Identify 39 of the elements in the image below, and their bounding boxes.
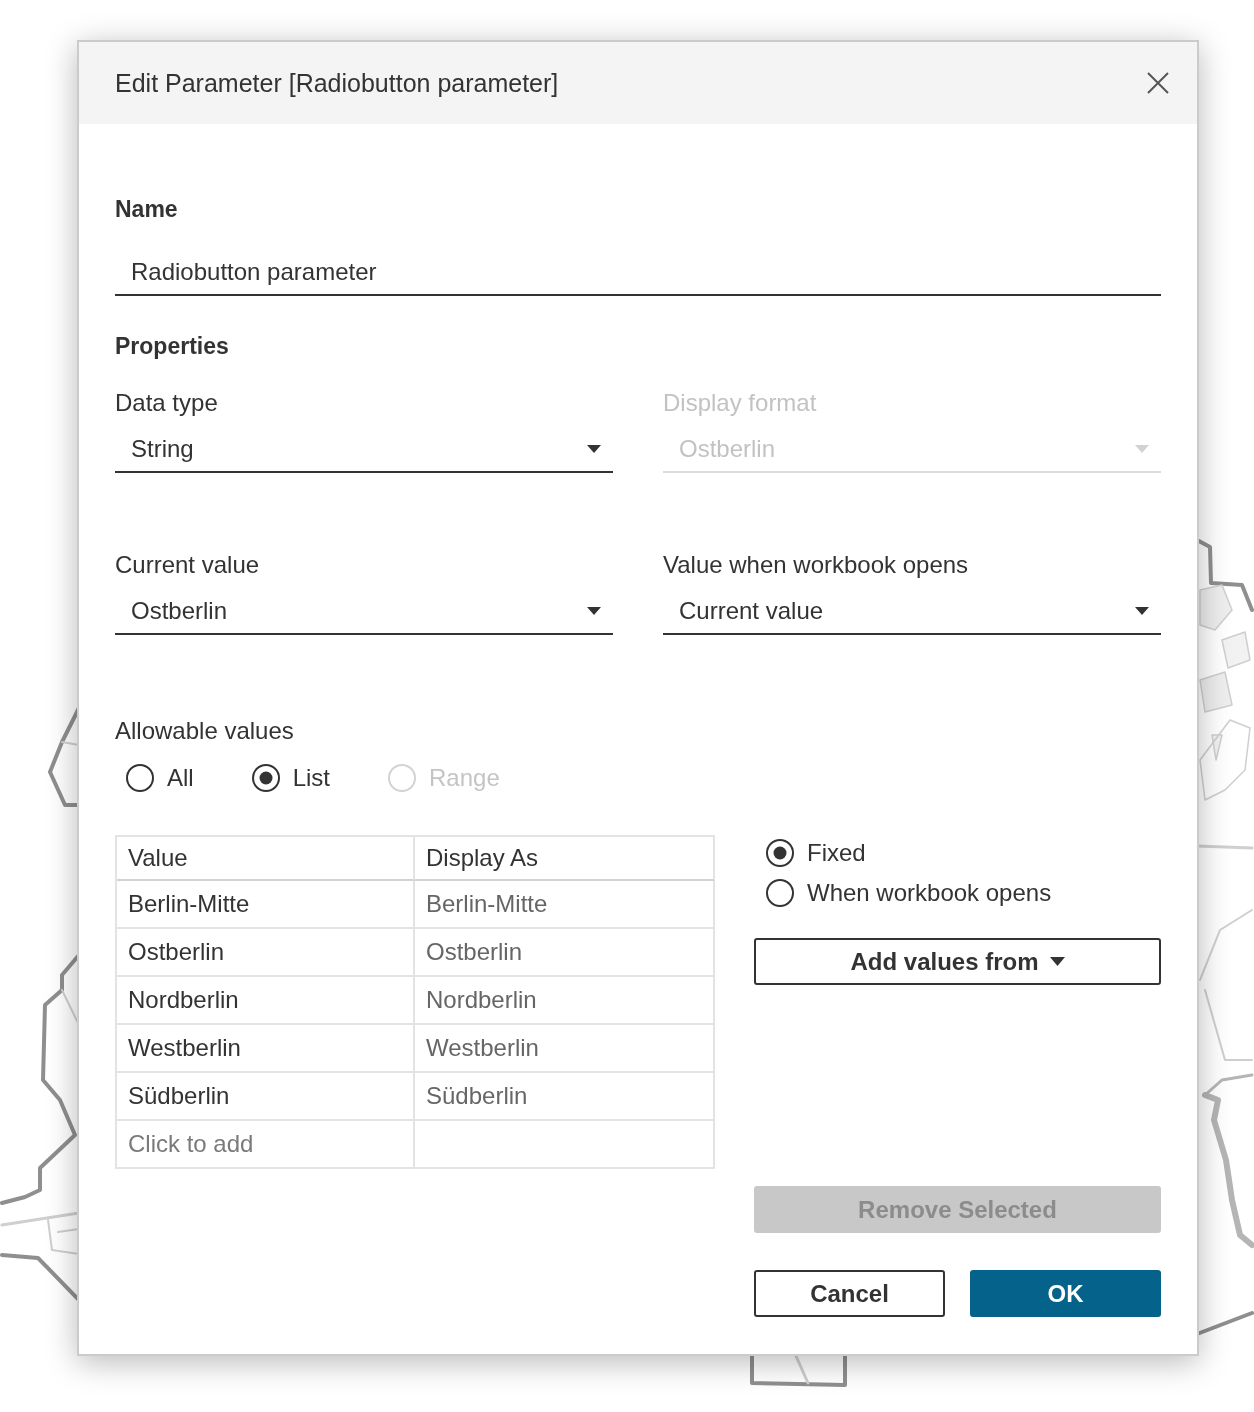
caret-icon [1135,607,1149,615]
dropdown[interactable]: String [115,427,613,473]
close-icon [1147,72,1169,94]
radio-option[interactable]: List [251,764,331,792]
radio-option[interactable]: All [126,764,194,792]
add-values-dropdown-button[interactable]: Add values from [754,938,1161,985]
table-cell: Nordberlin [117,977,415,1025]
add-value-field[interactable]: Click to add [117,1121,415,1169]
dialog-title: Edit Parameter [Radiobutton parameter] [115,68,559,98]
table-cell: Südberlin [117,1073,415,1121]
dropdown[interactable]: Current value [663,589,1161,635]
name-field[interactable]: Radiobutton parameter [115,250,1161,296]
caret-icon [1135,445,1149,453]
field-label: Current value [115,551,261,579]
close-button[interactable] [1145,70,1171,96]
table-cell: Südberlin [415,1073,715,1121]
table-cell: Ostberlin [117,929,415,977]
caret-icon [1049,957,1065,966]
section-heading: Name [115,195,179,223]
caret-icon [587,445,601,453]
table-cell: Berlin-Mitte [117,881,415,929]
radio-option[interactable]: When workbook opens [766,879,1161,907]
table-header-cell: Display As [415,837,715,881]
table-cell: Westberlin [415,1025,715,1073]
primary-button[interactable]: OK [970,1270,1161,1317]
dropdown[interactable]: Ostberlin [115,589,613,635]
table-cell: Westberlin [117,1025,415,1073]
field-label: Data type [115,389,219,417]
radio-option[interactable]: Fixed [766,839,1161,867]
field-label: Display format [663,389,818,417]
table-header-cell: Value [117,837,415,881]
field-label: Value when workbook opens [663,551,970,579]
field-label: Allowable values [115,717,295,745]
section-heading: Properties [115,332,230,360]
table-cell: Berlin-Mitte [415,881,715,929]
caret-icon [587,607,601,615]
secondary-button[interactable]: Cancel [754,1270,945,1317]
table-cell: Ostberlin [415,929,715,977]
table-cell: Nordberlin [415,977,715,1025]
